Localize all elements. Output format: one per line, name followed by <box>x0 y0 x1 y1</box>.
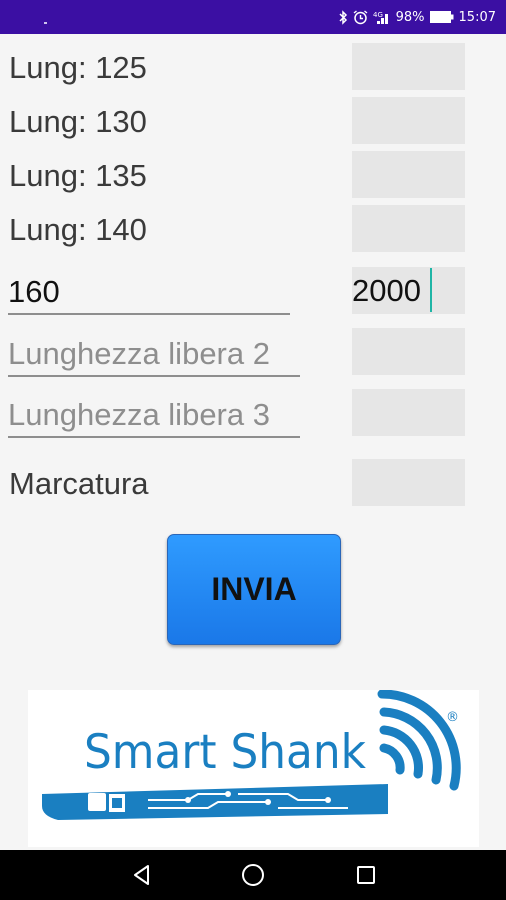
home-icon <box>242 864 264 886</box>
battery-percent: 98% <box>395 9 425 25</box>
free-length-1-quantity-input[interactable]: 2000 <box>352 267 465 314</box>
free-length-3-quantity-input[interactable] <box>352 389 465 436</box>
back-button[interactable] <box>112 850 172 900</box>
signal-icon: 4G <box>373 11 388 24</box>
svg-text:Smart Shank: Smart Shank <box>84 725 367 780</box>
alarm-icon <box>353 9 368 24</box>
status-icons: 4G 98% 15:07 <box>338 0 496 34</box>
back-icon <box>134 865 149 885</box>
send-button[interactable]: INVIA <box>167 534 341 645</box>
length-135-quantity-input[interactable] <box>352 151 465 198</box>
svg-text:®: ® <box>446 710 459 725</box>
navigation-bar <box>0 850 506 900</box>
free-length-2-quantity-input[interactable] <box>352 328 465 375</box>
length-130-quantity-input[interactable] <box>352 97 465 144</box>
recents-button[interactable] <box>336 850 396 900</box>
marking-label: Marcatura <box>9 466 149 501</box>
text-cursor <box>430 268 432 312</box>
free-length-2-input[interactable]: Lunghezza libera 2 <box>8 338 300 377</box>
svg-text:4G: 4G <box>373 11 383 19</box>
recents-icon <box>357 866 375 884</box>
free-length-1-quantity-value: 2000 <box>352 273 421 308</box>
length-125-label: Lung: 125 <box>9 50 147 85</box>
free-length-3-input[interactable]: Lunghezza libera 3 <box>8 399 300 438</box>
length-140-label: Lung: 140 <box>9 212 147 247</box>
clock: 15:07 <box>458 9 496 25</box>
length-135-label: Lung: 135 <box>9 158 147 193</box>
length-140-quantity-input[interactable] <box>352 205 465 252</box>
marking-input[interactable] <box>352 459 465 506</box>
notification-dot <box>44 22 47 24</box>
length-130-label: Lung: 130 <box>9 104 147 139</box>
smart-shank-logo: Smart Shank ® <box>28 689 479 847</box>
free-length-1-input[interactable]: 160 <box>8 276 290 315</box>
home-button[interactable] <box>223 850 283 900</box>
battery-icon <box>429 11 454 23</box>
status-bar: 4G 98% 15:07 <box>0 0 506 34</box>
bluetooth-icon <box>339 9 347 25</box>
smart-shank-logo-graphic: Smart Shank ® <box>42 689 461 820</box>
length-125-quantity-input[interactable] <box>352 43 465 90</box>
